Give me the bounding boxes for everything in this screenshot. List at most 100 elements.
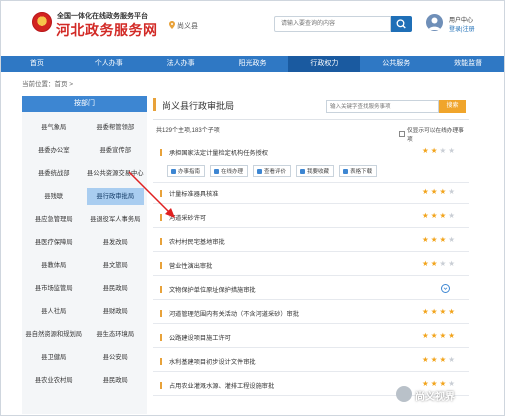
rating-stars: ★ ★ ★ ★ — [422, 147, 455, 155]
search-icon — [396, 19, 406, 29]
breadcrumb[interactable]: 当前位置：首页 > — [22, 78, 73, 88]
star-icon: ★ — [430, 307, 438, 316]
service-item[interactable]: 承担国家法定计量检定机构任务授权 ★ ★ ★ ★ — [153, 143, 469, 183]
view-reviews-button[interactable]: 查看评价 — [253, 165, 292, 177]
department-item[interactable]: 县人社局 — [25, 303, 83, 320]
star-icon: ★ — [439, 355, 447, 364]
online-apply-button[interactable]: 在线办理 — [210, 165, 249, 177]
department-item[interactable]: 县委宣传部 — [86, 142, 144, 159]
department-title: 尚义县行政审批局 — [162, 101, 235, 111]
service-item-name[interactable]: 文物保护单位原址保护措施审批 — [169, 285, 256, 294]
nav-legal-entity[interactable]: 法人办事 — [145, 56, 217, 72]
user-center-label[interactable]: 用户中心 — [449, 15, 473, 24]
nav-performance-supervision[interactable]: 效能监督 — [432, 56, 504, 72]
nav-public-service[interactable]: 公共服务 — [360, 56, 432, 72]
service-item[interactable]: 河道管理范围内有关活动（不含河道采砂）审批 ★ ★ ★ ★ — [153, 304, 469, 324]
nav-administrative-power[interactable]: 行政权力 — [288, 56, 361, 72]
department-item[interactable]: 县市场监管局 — [25, 280, 83, 297]
watermark-logo-icon — [396, 386, 412, 402]
rating-stars: ★ ★ ★ ★ — [422, 380, 455, 388]
form-download-button[interactable]: 表格下载 — [339, 165, 378, 177]
item-accent-bar — [160, 286, 162, 293]
department-item[interactable]: 县民政局 — [86, 280, 144, 297]
department-item[interactable]: 县发改局 — [86, 234, 144, 251]
service-item-name[interactable]: 营业性演出审批 — [169, 261, 212, 270]
nav-personal[interactable]: 个人办事 — [73, 56, 145, 72]
department-item[interactable]: 县卫健局 — [25, 349, 83, 366]
user-avatar-icon[interactable] — [426, 14, 443, 31]
department-item[interactable]: 县自然资源和规划局 — [25, 326, 83, 343]
department-item[interactable]: 县残联 — [25, 188, 83, 205]
service-item[interactable]: 水利基建项目初步设计文件审批 ★ ★ ★ ★ — [153, 352, 469, 372]
favorite-label: 我要收藏 — [307, 169, 330, 175]
star-icon: ★ — [430, 187, 438, 196]
service-item-name[interactable]: 公路建设项目施工许可 — [169, 333, 231, 342]
service-item-name[interactable]: 承担国家法定计量检定机构任务授权 — [169, 148, 268, 157]
nav-open-government[interactable]: 阳光政务 — [217, 56, 289, 72]
site-search-button[interactable] — [391, 16, 412, 32]
department-item[interactable]: 县财政局 — [86, 303, 144, 320]
service-search-button[interactable]: 搜索 — [439, 100, 466, 113]
star-icon: ★ — [430, 331, 438, 340]
star-icon: ★ — [448, 146, 455, 155]
item-accent-bar — [160, 382, 162, 389]
star-icon: ★ — [430, 235, 438, 244]
department-item[interactable]: 县文旅局 — [86, 257, 144, 274]
nav-home[interactable]: 首页 — [1, 56, 73, 72]
star-icon: ★ — [448, 235, 455, 244]
site-search-input[interactable] — [274, 16, 391, 32]
department-item[interactable]: 县医疗保障局 — [25, 234, 83, 251]
favorite-icon — [300, 168, 306, 174]
item-count-summary: 共129个主项,183个子项 — [156, 128, 220, 134]
department-item[interactable]: 县应急管理局 — [25, 211, 83, 228]
department-item[interactable]: 县教体局 — [25, 257, 83, 274]
location-selector[interactable]: 尚义县 — [177, 21, 198, 31]
star-icon: ★ — [422, 355, 429, 364]
online-only-label: 仅显示可以在线办理事项 — [406, 128, 464, 143]
online-only-checkbox[interactable] — [399, 131, 405, 137]
service-item-name[interactable]: 农村村民宅基地审批 — [169, 237, 225, 246]
star-icon: ★ — [422, 187, 429, 196]
register-link[interactable]: 注册 — [463, 27, 475, 33]
department-sidebar: 按部门 县气象局 县委帮管领部 县委办公室 县委宣传部 县委统战部 县公共资源交… — [22, 96, 147, 414]
favorite-button[interactable]: 我要收藏 — [296, 165, 335, 177]
service-item[interactable]: 公路建设项目施工许可 ★ ★ ★ ★ — [153, 328, 469, 348]
star-icon: ★ — [422, 259, 429, 268]
online-apply-icon — [214, 168, 220, 174]
review-icon — [257, 168, 263, 174]
department-item[interactable]: 县民政局 — [86, 372, 144, 389]
service-item[interactable]: 计量标准器具核准 ★ ★ ★ ★ — [153, 184, 469, 204]
star-icon: ★ — [448, 379, 455, 388]
star-icon: ★ — [430, 259, 438, 268]
department-item[interactable]: 县委统战部 — [25, 165, 83, 182]
item-accent-bar — [160, 334, 162, 341]
department-item[interactable]: 县生态环境局 — [86, 326, 144, 343]
service-search-input[interactable] — [326, 100, 439, 113]
by-department-tab[interactable]: 按部门 — [22, 96, 147, 112]
department-item[interactable]: 县气象局 — [25, 119, 83, 136]
national-emblem-logo[interactable] — [32, 12, 52, 32]
site-name[interactable]: 河北政务服务网 — [56, 20, 158, 40]
department-item[interactable]: 县委帮管领部 — [86, 119, 144, 136]
service-item-name[interactable]: 占用农业灌溉水源、灌排工程设施审批 — [169, 381, 274, 390]
star-icon: ★ — [439, 211, 447, 220]
star-icon: ★ — [448, 211, 455, 220]
star-icon: ★ — [448, 259, 455, 268]
service-item-name[interactable]: 水利基建项目初步设计文件审批 — [169, 357, 256, 366]
star-icon: ★ — [430, 355, 438, 364]
service-item-name[interactable]: 河道管理范围内有关活动（不含河道采砂）审批 — [169, 309, 299, 318]
service-item[interactable]: 营业性演出审批 ★ ★ ★ ★ — [153, 256, 469, 276]
star-icon: ★ — [439, 379, 447, 388]
department-grid: 县气象局 县委帮管领部 县委办公室 县委宣传部 县委统战部 县公共资源交易中心 … — [22, 112, 147, 389]
login-link[interactable]: 登录 — [449, 27, 461, 33]
online-apply-label: 在线办理 — [221, 169, 244, 175]
rating-stars: ★ ★ ★ ★ — [422, 308, 455, 316]
department-item[interactable]: 县农业农村局 — [25, 372, 83, 389]
chevron-circle-icon[interactable] — [441, 284, 450, 293]
service-item[interactable]: 农村村民宅基地审批 ★ ★ ★ ★ — [153, 232, 469, 252]
service-item[interactable]: 河道采砂许可 ★ ★ ★ ★ — [153, 208, 469, 228]
service-item[interactable]: 文物保护单位原址保护措施审批 — [153, 280, 469, 300]
department-item[interactable]: 县公安局 — [86, 349, 144, 366]
department-item[interactable]: 县委办公室 — [25, 142, 83, 159]
online-only-filter[interactable]: 仅显示可以在线办理事项 — [399, 125, 469, 143]
